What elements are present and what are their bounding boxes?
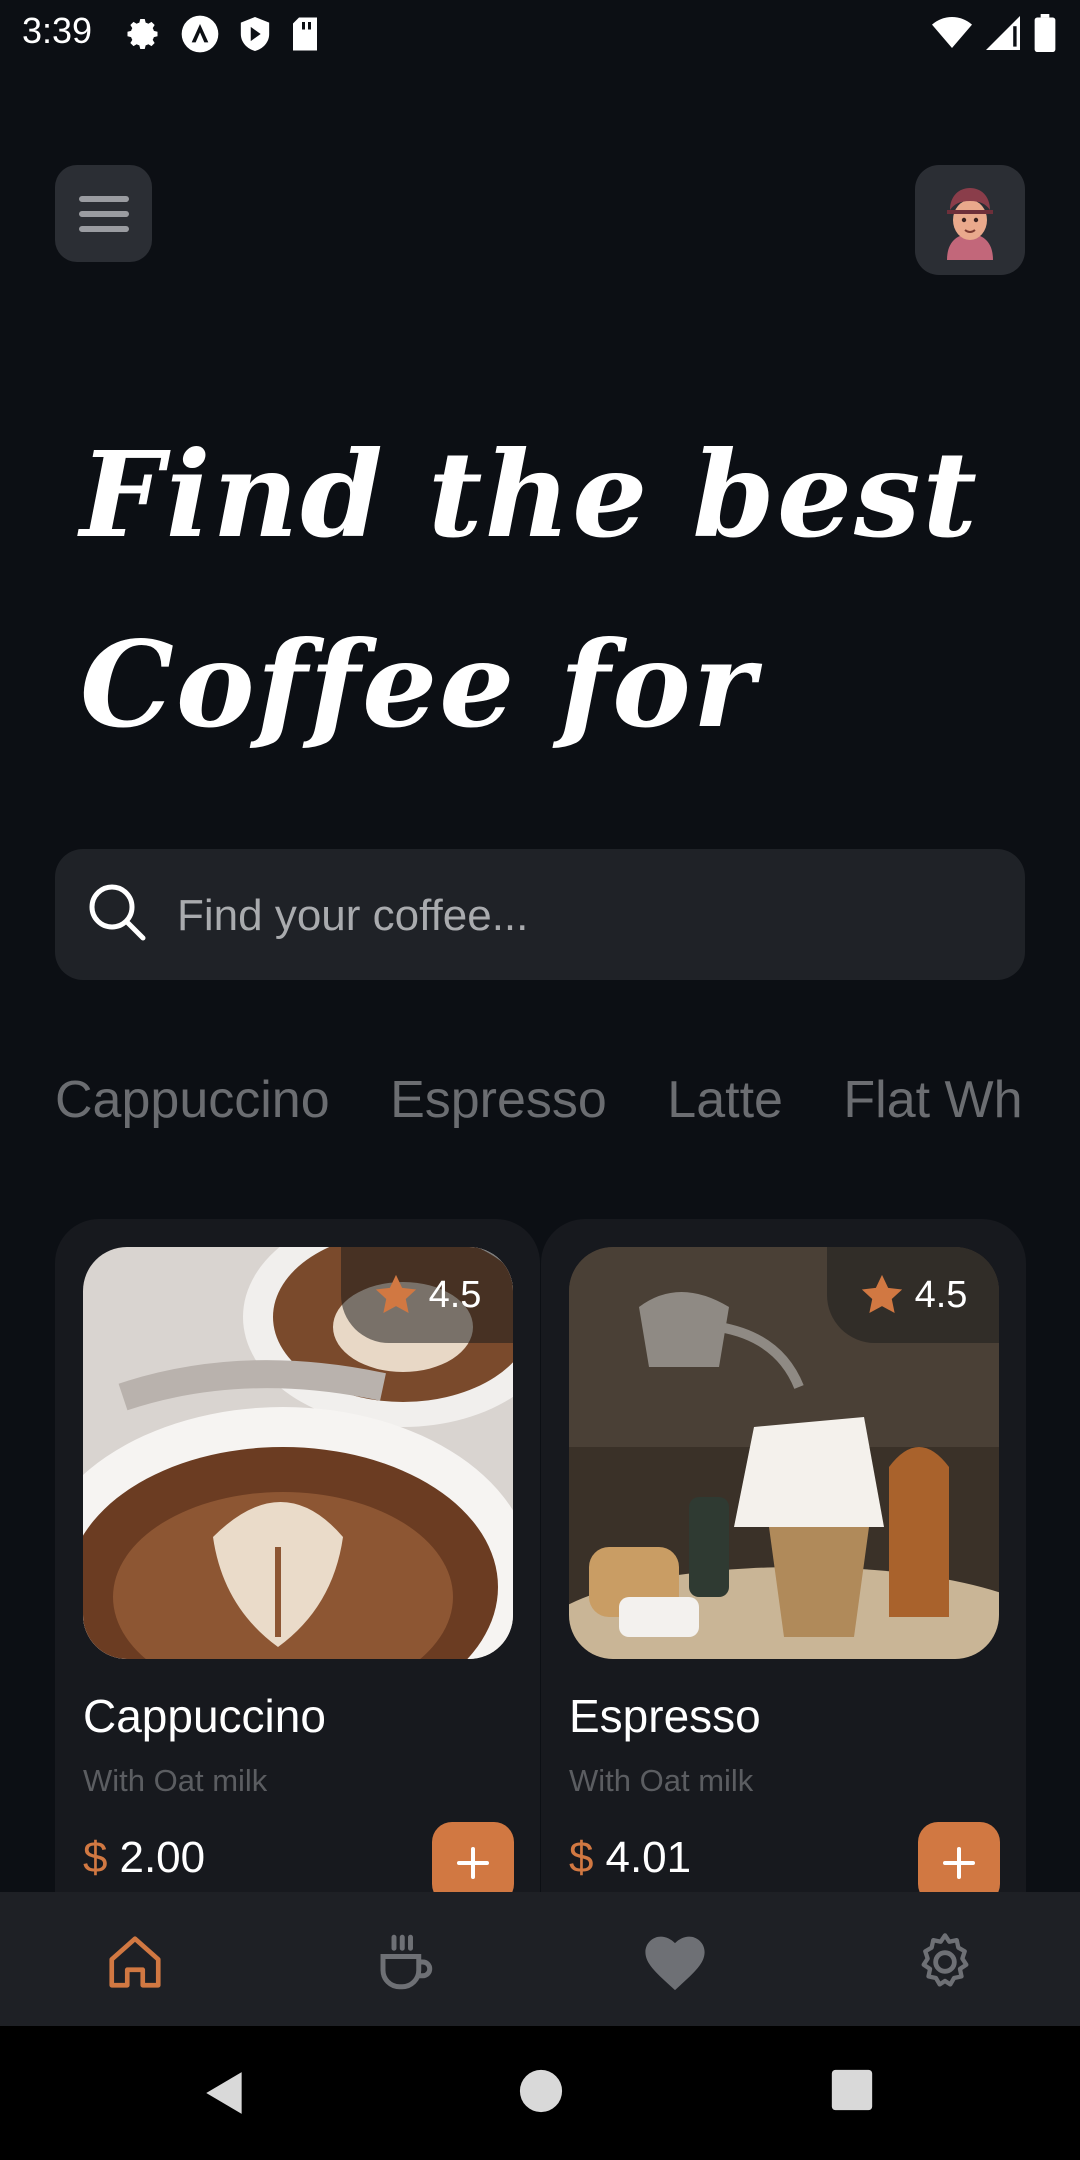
status-time: 3:39 [22,10,93,51]
tab-latte[interactable]: Latte [667,1060,783,1140]
status-bar: 3:39 [0,0,1080,66]
star-icon [375,1274,416,1314]
gear-icon [127,19,158,49]
price-value: 4.01 [605,1833,692,1882]
product-card-cappuccino[interactable]: 4.5 Cappuccino With Oat milk $2.00 [55,1219,540,1979]
product-name: Cappuccino [83,1690,326,1742]
currency-symbol: $ [83,1833,108,1882]
sd-card-icon [293,17,317,51]
category-tabs: Cappuccino Espresso Latte Flat White [55,1060,1025,1140]
menu-icon [78,195,129,232]
rating-badge: 4.5 [341,1247,513,1343]
search-input[interactable] [175,849,979,982]
product-price: $2.00 [83,1833,205,1883]
a-icon [181,15,219,53]
nav-home[interactable] [100,1927,170,1997]
headline-line-1: Find the best [80,425,979,564]
product-price: $4.01 [569,1833,691,1883]
settings-icon [921,1933,969,1987]
profile-avatar-button[interactable] [915,165,1025,275]
signal-icon [986,16,1020,50]
rating-badge: 4.5 [827,1247,999,1343]
recents-icon[interactable] [830,2068,874,2112]
rating-value: 4.5 [428,1273,482,1316]
cup-icon [380,1934,433,1990]
menu-button[interactable] [55,165,152,262]
tab-cappuccino[interactable]: Cappuccino [55,1060,330,1140]
back-icon[interactable] [200,2068,250,2118]
star-icon [861,1274,902,1314]
product-image-espresso: 4.5 [569,1247,999,1659]
rating-value: 4.5 [914,1273,968,1316]
search-bar[interactable] [55,849,1025,982]
home-icon [109,1936,161,1988]
bottom-navigation [0,1892,1080,2026]
avatar [947,188,993,260]
status-icons-right [932,14,1056,52]
tab-flat-white[interactable]: Flat White [843,1060,1025,1140]
wifi-icon [932,17,972,48]
product-subtitle: With Oat milk [569,1763,754,1798]
nav-favorites[interactable] [640,1927,710,1997]
product-name: Espresso [569,1690,761,1742]
plus-icon [457,1847,489,1879]
search-icon [89,884,146,941]
shield-play-icon [240,17,270,51]
product-image-cappuccino: 4.5 [83,1247,513,1659]
status-icons-left [126,14,320,54]
home-button-icon[interactable] [518,2068,564,2114]
plus-icon [943,1847,975,1879]
battery-icon [1034,14,1056,52]
price-value: 2.00 [119,1833,206,1882]
nav-settings[interactable] [910,1927,980,1997]
currency-symbol: $ [569,1833,594,1882]
system-navigation [0,2026,1080,2160]
product-card-espresso[interactable]: 4.5 Espresso With Oat milk $4.01 [541,1219,1026,1979]
nav-orders[interactable] [370,1927,440,1997]
tab-espresso[interactable]: Espresso [390,1060,607,1140]
heart-icon [645,1936,705,1991]
product-subtitle: With Oat milk [83,1763,268,1798]
